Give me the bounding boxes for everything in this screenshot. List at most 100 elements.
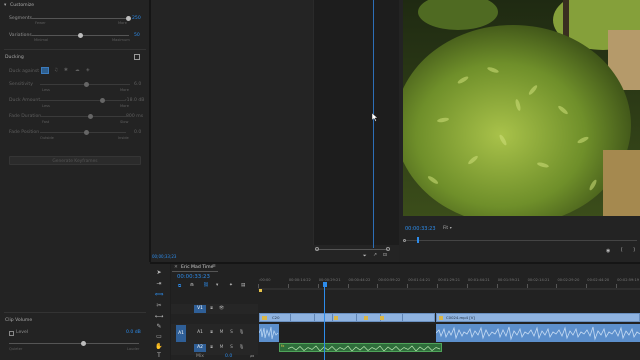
toggle-output-v1-icon[interactable]: 👁 xyxy=(217,305,226,312)
duck-amount-slider[interactable] xyxy=(40,98,126,103)
collapse-icon[interactable]: ▾ xyxy=(4,3,6,8)
fade-position-label: Fade Position xyxy=(9,130,40,135)
ruler-tick-label: 00:00:14:22 xyxy=(288,278,311,282)
selection-tool-icon[interactable]: ➤ xyxy=(154,268,164,277)
filter-icon[interactable]: ⏷ xyxy=(363,253,367,259)
target-a1[interactable]: A1 xyxy=(194,329,206,337)
ruler-tick-label: 00:02:44:20 xyxy=(587,278,610,282)
audio-clip-a1-right[interactable] xyxy=(436,324,640,342)
fade-duration-max: Slow xyxy=(120,120,129,124)
sync-lock-a2-icon[interactable]: ⧈ xyxy=(207,344,216,351)
settings-icon[interactable]: ◉ xyxy=(606,248,610,254)
toggle-sync-lock-v1-icon[interactable]: ⧈ xyxy=(207,305,216,312)
program-scrub-bar[interactable] xyxy=(405,237,637,243)
work-area-bar[interactable] xyxy=(258,288,640,290)
audio-clip-a2[interactable]: fx xyxy=(279,343,442,352)
timeline-playhead-handle[interactable] xyxy=(322,282,327,287)
mix-go-to-icon[interactable]: ⏮ xyxy=(250,354,254,360)
variations-slider[interactable] xyxy=(32,33,129,38)
generate-keyframes-button[interactable]: Generate Keyframes xyxy=(9,156,141,165)
bracket-close-icon[interactable]: ] xyxy=(633,248,635,253)
target-a2[interactable]: A2 xyxy=(194,344,206,352)
snap-icon[interactable]: ⋒ xyxy=(190,283,194,288)
source-timecode[interactable]: 00;00;33;23 xyxy=(152,254,176,259)
segments-slider[interactable] xyxy=(32,16,131,21)
ruler-tick-label: 00:01:44:21 xyxy=(467,278,490,282)
mix-value[interactable]: 0.0 xyxy=(225,354,232,359)
captions-icon[interactable]: ▤ xyxy=(241,283,245,288)
duck-against-unassigned-icon[interactable]: ◈ xyxy=(86,68,90,73)
clip-seam xyxy=(332,314,333,321)
level-label: Level xyxy=(16,330,29,335)
timeline-timecode[interactable]: 00:00:33:23 xyxy=(177,274,210,280)
ruler-tick-label: 00:00:44:22 xyxy=(348,278,371,282)
sensitivity-value: 6.0 xyxy=(134,82,142,87)
duck-against-sfx-icon[interactable]: ✱ xyxy=(64,68,68,73)
linked-selection-icon[interactable]: ⛓ xyxy=(203,283,209,288)
segments-min: Fewer xyxy=(35,21,46,25)
nest-icon[interactable]: ⧉ xyxy=(178,283,181,289)
rectangle-tool-icon[interactable]: ▭ xyxy=(154,332,164,341)
wrench-icon[interactable]: ✦ xyxy=(229,283,233,288)
pen-tool-icon[interactable]: ✎ xyxy=(154,322,164,331)
solo-a2-button[interactable]: S xyxy=(227,344,236,351)
marker-icon[interactable]: ▾ xyxy=(216,283,218,288)
source-patch-a1[interactable]: A1 xyxy=(176,325,186,342)
slip-tool-icon[interactable]: ⟷ xyxy=(154,312,164,321)
level-slider[interactable] xyxy=(9,341,139,346)
fit-dropdown[interactable]: Fit ▾ xyxy=(443,225,463,232)
video-clip-c0024[interactable]: C0024.mp4 [V] xyxy=(436,313,640,322)
video-clip-c20[interactable]: C20 xyxy=(259,313,435,322)
program-monitor: 00:00:33:23 Fit ▾ ◉ [ ] xyxy=(399,0,640,262)
ruler-tick-label: 00:02:29:20 xyxy=(557,278,580,282)
bracket-icon[interactable]: [ xyxy=(621,248,623,253)
target-v1[interactable]: V1 xyxy=(194,305,206,313)
segments-max: More xyxy=(118,21,127,25)
export-icon[interactable]: ↗ xyxy=(373,253,377,258)
waveform xyxy=(259,326,279,340)
sequence-tab[interactable]: Eric Mad Time xyxy=(181,265,213,270)
ripple-edit-tool-icon[interactable]: ⟺ xyxy=(154,290,164,299)
program-scrub-zoom-left[interactable] xyxy=(403,239,406,242)
close-icon[interactable]: ✕ xyxy=(174,265,178,270)
duck-against-ambience-icon[interactable]: ☁ xyxy=(75,68,80,73)
razor-tool-icon[interactable]: ✂ xyxy=(154,301,164,310)
chevron-down-icon: ▾ xyxy=(449,225,452,230)
sync-lock-a1-icon[interactable]: ⧈ xyxy=(207,329,216,336)
insert-icon[interactable]: ⊡ xyxy=(383,253,387,258)
hand-tool-icon[interactable]: ✋ xyxy=(154,342,164,351)
level-max: Louder xyxy=(127,347,140,351)
source-scroll-handle-right[interactable] xyxy=(386,247,390,251)
audio-clip-a1-left[interactable] xyxy=(259,324,279,342)
level-checkbox[interactable] xyxy=(9,331,14,336)
solo-a1-button[interactable]: S xyxy=(227,329,236,336)
duck-against-music-icon[interactable]: ♫ xyxy=(54,68,58,73)
duck-against-dialogue-icon[interactable] xyxy=(41,67,49,74)
tab-underline xyxy=(172,271,218,272)
program-timecode[interactable]: 00:00:33:23 xyxy=(405,226,436,232)
waveform xyxy=(436,326,640,341)
sensitivity-slider[interactable] xyxy=(40,82,130,87)
duck-amount-max: More xyxy=(120,104,129,108)
fade-position-slider[interactable] xyxy=(40,130,126,135)
level-value[interactable]: 0.0 dB xyxy=(126,330,141,335)
clip-label: C20 xyxy=(272,315,280,320)
mute-a1-button[interactable]: M xyxy=(217,329,226,336)
fade-duration-slider[interactable] xyxy=(40,114,126,119)
voiceover-a2-icon[interactable]: 🎙 xyxy=(237,344,246,351)
sensitivity-label: Sensitivity xyxy=(9,82,33,87)
source-scroll-handle-left[interactable] xyxy=(315,247,319,251)
voiceover-a1-icon[interactable]: 🎙 xyxy=(237,329,246,336)
source-scroll-track[interactable] xyxy=(316,249,388,250)
mute-a2-button[interactable]: M xyxy=(217,344,226,351)
source-patch-v1[interactable] xyxy=(177,305,186,313)
ducking-checkbox[interactable] xyxy=(134,54,140,60)
variations-value[interactable]: 50 xyxy=(134,33,140,38)
type-tool-icon[interactable]: T xyxy=(154,351,164,360)
timeline-playhead[interactable] xyxy=(324,284,326,360)
program-scrub-handle[interactable] xyxy=(416,237,419,243)
segments-value[interactable]: 250 xyxy=(132,16,141,21)
sequence-menu-icon[interactable]: ≡ xyxy=(212,264,216,269)
track-select-tool-icon[interactable]: ⇥ xyxy=(154,279,164,288)
ruler-tick-label: 00:00:59:22 xyxy=(378,278,401,282)
